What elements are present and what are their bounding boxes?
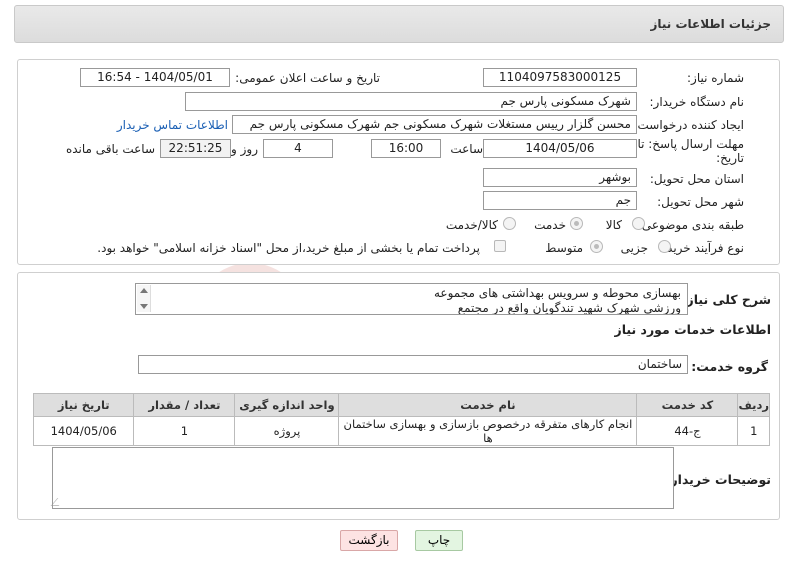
col-unit: واحد اندازه گیری bbox=[234, 393, 340, 417]
need-number-field[interactable]: 1104097583000125 bbox=[483, 68, 637, 87]
services-table: ردیف کد خدمت نام خدمت واحد اندازه گیری ت… bbox=[32, 393, 770, 446]
need-number-label: شماره نیاز: bbox=[687, 71, 744, 85]
col-need-date: تاریخ نیاز bbox=[32, 393, 135, 417]
cell-row: 1 bbox=[737, 416, 770, 446]
province-field[interactable]: بوشهر bbox=[483, 168, 637, 187]
city-label: شهر محل تحویل: bbox=[657, 195, 744, 209]
category-label: طبقه بندی موضوعی: bbox=[637, 218, 744, 232]
deadline-time-field[interactable]: 16:00 bbox=[371, 139, 441, 158]
treasury-checkbox[interactable] bbox=[494, 240, 506, 252]
deadline-label: مهلت ارسال پاسخ: تا تاریخ: bbox=[637, 137, 744, 165]
process-label: نوع فرآیند خرید : bbox=[659, 241, 744, 255]
service-group-field[interactable]: ساختمان bbox=[138, 355, 688, 374]
announce-datetime-field[interactable]: 1404/05/01 - 16:54 bbox=[80, 68, 230, 87]
cell-quantity: 1 bbox=[133, 416, 236, 446]
scroll-down-icon bbox=[140, 304, 148, 309]
remaining-label: ساعت باقی مانده bbox=[65, 142, 155, 156]
description-textarea[interactable]: بهسازی محوطه و سرویس بهداشتی های مجموعه … bbox=[135, 283, 688, 315]
table-row: 1 ج-44 انجام کارهای متفرقه درخصوص بازساز… bbox=[32, 416, 770, 446]
category-radio-goods-service[interactable] bbox=[503, 217, 516, 230]
cell-service-name: انجام کارهای متفرقه درخصوص بازسازی و بهس… bbox=[338, 416, 638, 446]
description-label: شرح کلی نیاز: bbox=[681, 292, 771, 307]
creator-label: ایجاد کننده درخواست: bbox=[633, 118, 744, 132]
days-label: روز و bbox=[231, 142, 258, 156]
buyer-contact-link[interactable]: اطلاعات تماس خریدار bbox=[117, 118, 228, 132]
announce-label: تاریخ و ساعت اعلان عمومی: bbox=[235, 71, 380, 85]
remaining-days-field[interactable]: 4 bbox=[263, 139, 333, 158]
back-button[interactable]: بازگشت bbox=[340, 530, 398, 551]
cell-need-date: 1404/05/06 bbox=[32, 416, 135, 446]
city-field[interactable]: جم bbox=[483, 191, 637, 210]
creator-field[interactable]: محسن گلزار رییس مستغلات شهرک مسکونی جم ش… bbox=[232, 115, 637, 134]
col-quantity: تعداد / مقدار bbox=[133, 393, 236, 417]
page-header: جزئیات اطلاعات نیاز bbox=[14, 5, 784, 43]
category-option-service: خدمت bbox=[534, 218, 566, 232]
remaining-time-field[interactable]: 22:51:25 bbox=[160, 139, 231, 158]
deadline-time-label: ساعت bbox=[450, 142, 483, 156]
category-option-goods-service: کالا/خدمت bbox=[445, 218, 498, 232]
deadline-date-field[interactable]: 1404/05/06 bbox=[483, 139, 637, 158]
buyer-org-label: نام دستگاه خریدار: bbox=[649, 95, 745, 109]
buyer-org-field[interactable]: شهرک مسکونی پارس جم bbox=[185, 92, 637, 111]
process-option-minor: جزیی bbox=[620, 241, 648, 255]
cell-service-code: ج-44 bbox=[636, 416, 739, 446]
process-radio-medium[interactable] bbox=[590, 240, 603, 253]
process-radio-minor[interactable] bbox=[658, 240, 671, 253]
service-group-label: گروه خدمت: bbox=[691, 359, 768, 374]
category-radio-service[interactable] bbox=[570, 217, 583, 230]
treasury-note: پرداخت تمام یا بخشی از مبلغ خرید،از محل … bbox=[97, 241, 480, 255]
buyer-notes-label: توضیحات خریدار: bbox=[665, 472, 771, 487]
description-text: بهسازی محوطه و سرویس بهداشتی های مجموعه … bbox=[433, 286, 681, 315]
province-label: استان محل تحویل: bbox=[649, 172, 744, 186]
col-service-code: کد خدمت bbox=[636, 393, 739, 417]
services-section-title: اطلاعات خدمات مورد نیاز bbox=[614, 322, 772, 337]
scroll-up-icon bbox=[140, 288, 148, 293]
col-service-name: نام خدمت bbox=[338, 393, 638, 417]
category-radio-goods[interactable] bbox=[632, 217, 645, 230]
page-title: جزئیات اطلاعات نیاز bbox=[650, 17, 771, 31]
description-scroll-arrows[interactable] bbox=[137, 285, 151, 312]
print-button[interactable]: چاپ bbox=[415, 530, 463, 551]
buyer-notes-textarea[interactable] bbox=[52, 447, 674, 509]
process-option-medium: متوسط bbox=[545, 241, 583, 255]
cell-unit: پروژه bbox=[234, 416, 340, 446]
category-option-goods: کالا bbox=[605, 218, 622, 232]
services-table-header: ردیف کد خدمت نام خدمت واحد اندازه گیری ت… bbox=[32, 393, 770, 417]
col-row: ردیف bbox=[737, 393, 770, 417]
